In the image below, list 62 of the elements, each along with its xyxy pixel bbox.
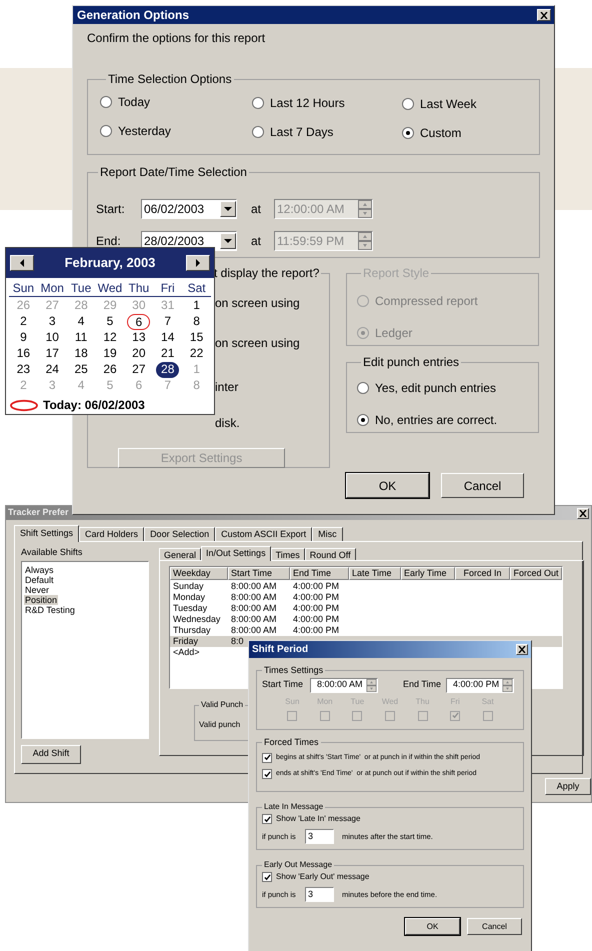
option-label: on screen using xyxy=(215,295,301,312)
field-label: at xyxy=(251,233,262,250)
option-label: Last 7 Days xyxy=(270,124,334,141)
group-title: Edit punch entries xyxy=(362,354,460,371)
group-title: Times Settings xyxy=(263,664,324,677)
option-label: disk. xyxy=(215,415,241,432)
table-cell-text: 4:00:00 PM xyxy=(292,614,340,625)
weekday-label: Wed xyxy=(96,281,124,296)
window-title: Generation Options xyxy=(77,7,190,24)
weekday-label: Tue xyxy=(70,281,92,296)
table-cell-text: 4:00:00 PM xyxy=(292,603,340,614)
group-title: Late In Message xyxy=(263,801,324,813)
option-label: Show 'Late In' message xyxy=(276,813,360,825)
table-cell-text: Thursday xyxy=(172,625,212,636)
prompt-text: Confirm the options for this report xyxy=(87,30,266,46)
group-title: Early Out Message xyxy=(263,859,334,871)
table-cell-text: 8:00:00 AM xyxy=(230,581,278,592)
group-text: Valid punch xyxy=(199,719,240,731)
group-title: Report Date/Time Selection xyxy=(99,164,248,181)
table-cell-text: 4:00:00 PM xyxy=(292,592,340,603)
weekday-label: Sat xyxy=(186,281,207,296)
table-cell-text: Monday xyxy=(172,592,206,603)
table-cell-text: 8:00:00 AM xyxy=(230,592,278,603)
table-cell-text: 8:00:00 AM xyxy=(230,603,278,614)
field-label: at xyxy=(251,201,262,218)
table-cell-text: Tuesday xyxy=(172,603,208,614)
weekday-label: Mon xyxy=(40,281,65,296)
field-label: Start: xyxy=(96,201,126,218)
table-cell-text: 8:0 xyxy=(230,636,245,647)
table-cell-text: 8:00:00 AM xyxy=(230,614,278,625)
option-label: on screen using xyxy=(215,335,301,352)
table-cell-text: 4:00:00 PM xyxy=(292,581,340,592)
field-label: Start Time xyxy=(262,678,304,692)
weekday-label: Fri xyxy=(160,281,176,296)
option-label: Yes, edit punch entries xyxy=(375,380,496,397)
group-title: Forced Times xyxy=(263,736,320,749)
group-title: Time Selection Options xyxy=(107,71,233,88)
month-title: February, 2003 xyxy=(64,254,156,272)
option-label: Last Week xyxy=(420,96,476,113)
weekday-label: Thu xyxy=(128,281,150,296)
option-label: Show 'Early Out' message xyxy=(276,871,370,883)
option-label: Ledger xyxy=(375,325,412,342)
today-label: Today: 06/02/2003 xyxy=(43,397,145,414)
table-cell-text: 4:00:00 PM xyxy=(292,625,340,636)
option-label: Custom xyxy=(420,125,462,142)
list-label: Available Shifts xyxy=(21,546,84,559)
weekday-label: Sun xyxy=(12,281,36,296)
field-label: End Time xyxy=(403,678,442,692)
option-label: inter xyxy=(215,379,240,396)
field-label: End: xyxy=(96,233,122,250)
option-label: Compressed report xyxy=(375,293,478,310)
option-label: No, entries are correct. xyxy=(375,412,498,429)
table-cell-text: Friday xyxy=(172,636,200,647)
table-cell-text: Sunday xyxy=(172,581,205,592)
group-title: Valid Punch xyxy=(200,699,244,711)
option-label: Today xyxy=(118,94,150,110)
table-cell-text: Wednesday xyxy=(172,614,222,625)
option-label: Yesterday xyxy=(118,122,171,140)
window-title: Tracker Prefer xyxy=(8,506,69,520)
window-title: Shift Period xyxy=(252,643,308,657)
option-label: Last 12 Hours xyxy=(270,95,345,112)
table-cell-text: 8:00:00 AM xyxy=(230,625,278,636)
